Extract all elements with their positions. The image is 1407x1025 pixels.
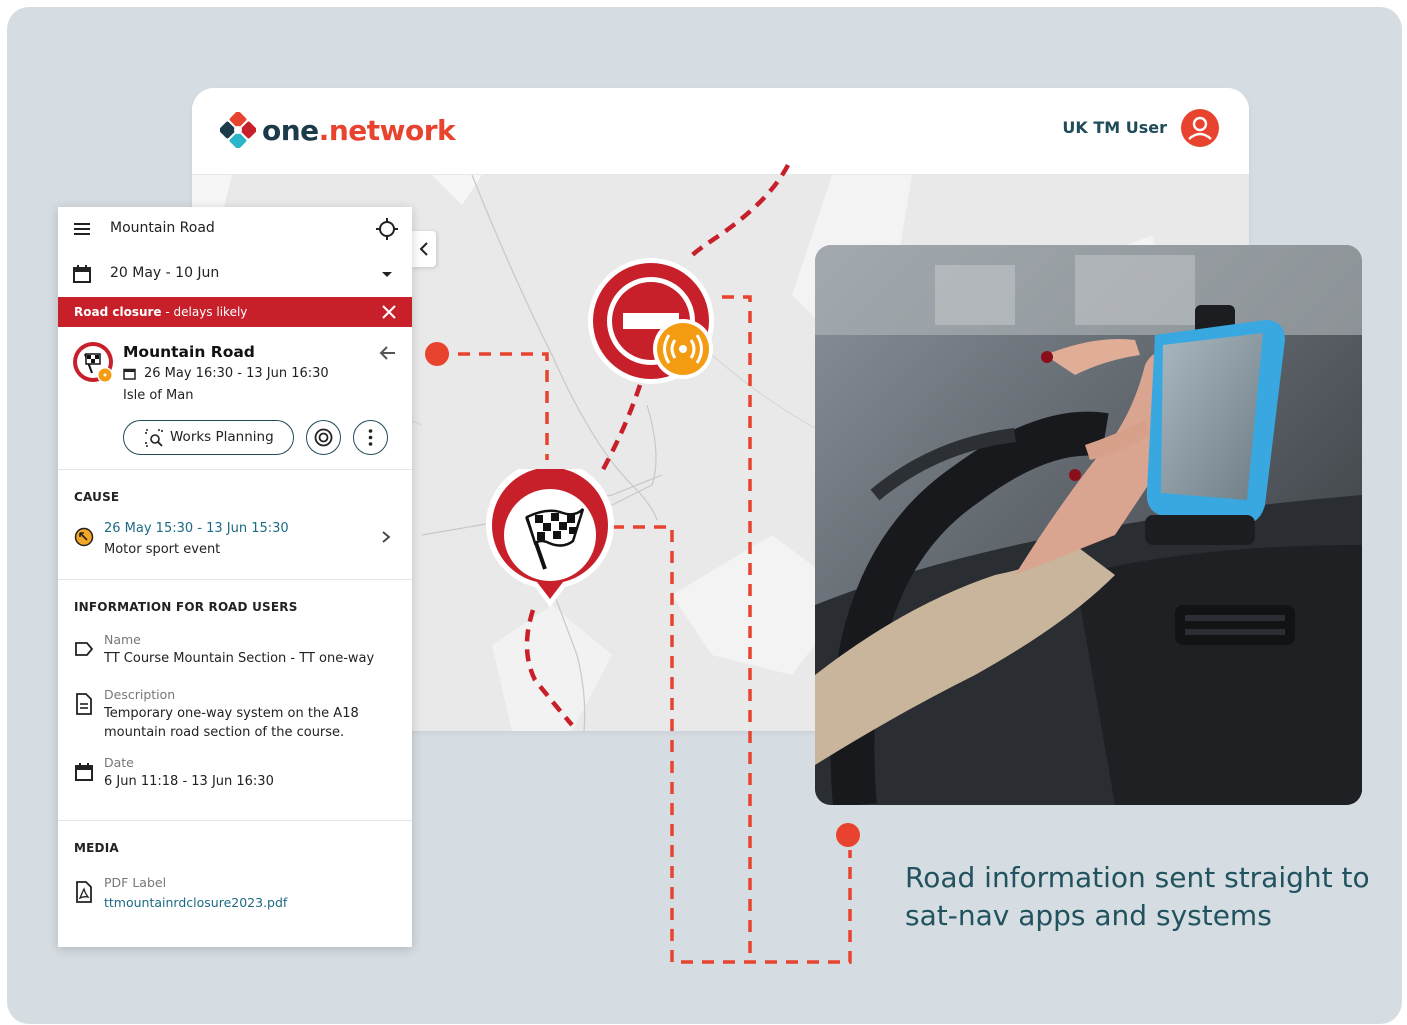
caption-line-1: Road information sent straight to	[905, 861, 1370, 894]
date-label: Date	[104, 755, 134, 770]
event-type-icon	[73, 342, 113, 383]
road-user-info-section: INFORMATION FOR ROAD USERS Name TT Cours…	[58, 579, 412, 821]
broadcast-icon	[653, 319, 713, 379]
calendar-icon	[73, 265, 91, 283]
caption: Road information sent straight to sat-na…	[905, 859, 1375, 935]
date-range-selector[interactable]: 20 May - 10 Jun	[58, 252, 412, 297]
works-planning-button[interactable]: Works Planning	[123, 420, 294, 455]
media-file-link[interactable]: ttmountainrdclosure2023.pdf	[104, 895, 287, 910]
description-label: Description	[104, 687, 176, 702]
collapse-panel-button[interactable]	[412, 231, 436, 267]
search-input[interactable]: Mountain Road	[110, 220, 215, 236]
more-options-button[interactable]	[353, 420, 388, 455]
cause-item[interactable]: 26 May 15:30 - 13 Jun 15:30 Motor sport …	[58, 514, 412, 564]
cause-icon	[74, 527, 94, 547]
works-planning-label: Works Planning	[170, 429, 274, 445]
info-heading: INFORMATION FOR ROAD USERS	[74, 600, 298, 614]
locate-button[interactable]	[306, 420, 341, 455]
name-value: TT Course Mountain Section - TT one-way	[104, 651, 375, 666]
menu-icon[interactable]	[72, 219, 92, 239]
description-line-1: Temporary one-way system on the A18	[104, 706, 359, 721]
media-section: MEDIA PDF Label ttmountainrdclosure2023.…	[58, 820, 412, 948]
incident-panel: Mountain Road 20 May - 10 Jun Road closu…	[58, 207, 412, 947]
cause-type: Motor sport event	[104, 542, 221, 557]
name-label: Name	[104, 632, 141, 647]
cause-dates: 26 May 15:30 - 13 Jun 15:30	[104, 521, 289, 536]
search-area-icon	[145, 429, 163, 447]
event-title: Mountain Road	[123, 343, 255, 361]
close-icon[interactable]	[380, 303, 398, 321]
caption-line-2: sat-nav apps and systems	[905, 899, 1272, 932]
destination-dot	[836, 823, 860, 847]
target-icon	[314, 428, 333, 447]
media-label: PDF Label	[104, 875, 167, 890]
calendar-small-icon	[123, 368, 136, 380]
media-heading: MEDIA	[74, 841, 119, 855]
event-dates: 26 May 16:30 - 13 Jun 16:30	[144, 366, 329, 381]
event-flag-marker[interactable]	[483, 469, 617, 611]
date-value: 6 Jun 11:18 - 13 Jun 16:30	[104, 774, 274, 789]
chevron-left-icon	[419, 242, 428, 256]
more-vertical-icon	[368, 429, 373, 446]
chevron-down-icon[interactable]	[376, 263, 398, 285]
pdf-icon	[76, 881, 92, 903]
chevron-right-icon	[382, 531, 391, 543]
origin-dot	[425, 342, 449, 366]
calendar-icon	[75, 763, 93, 781]
tag-icon	[75, 642, 94, 656]
sat-nav-photo	[815, 245, 1362, 805]
road-closure-alert: Road closure - delays likely	[58, 297, 412, 327]
arrow-left-icon[interactable]	[378, 343, 398, 363]
cause-heading: CAUSE	[74, 490, 120, 504]
event-summary: Mountain Road 26 May 16:30 - 13 Jun 16:3…	[58, 327, 412, 469]
alert-text: Road closure - delays likely	[74, 305, 248, 319]
search-row: Mountain Road	[58, 207, 412, 252]
date-range-value: 20 May - 10 Jun	[110, 265, 220, 281]
crosshair-icon[interactable]	[376, 218, 398, 240]
document-icon	[76, 693, 92, 715]
description-line-2: mountain road section of the course.	[104, 725, 345, 740]
no-entry-marker[interactable]	[583, 251, 723, 391]
cause-section: CAUSE 26 May 15:30 - 13 Jun 15:30 Motor …	[58, 469, 412, 580]
event-location: Isle of Man	[123, 388, 194, 403]
